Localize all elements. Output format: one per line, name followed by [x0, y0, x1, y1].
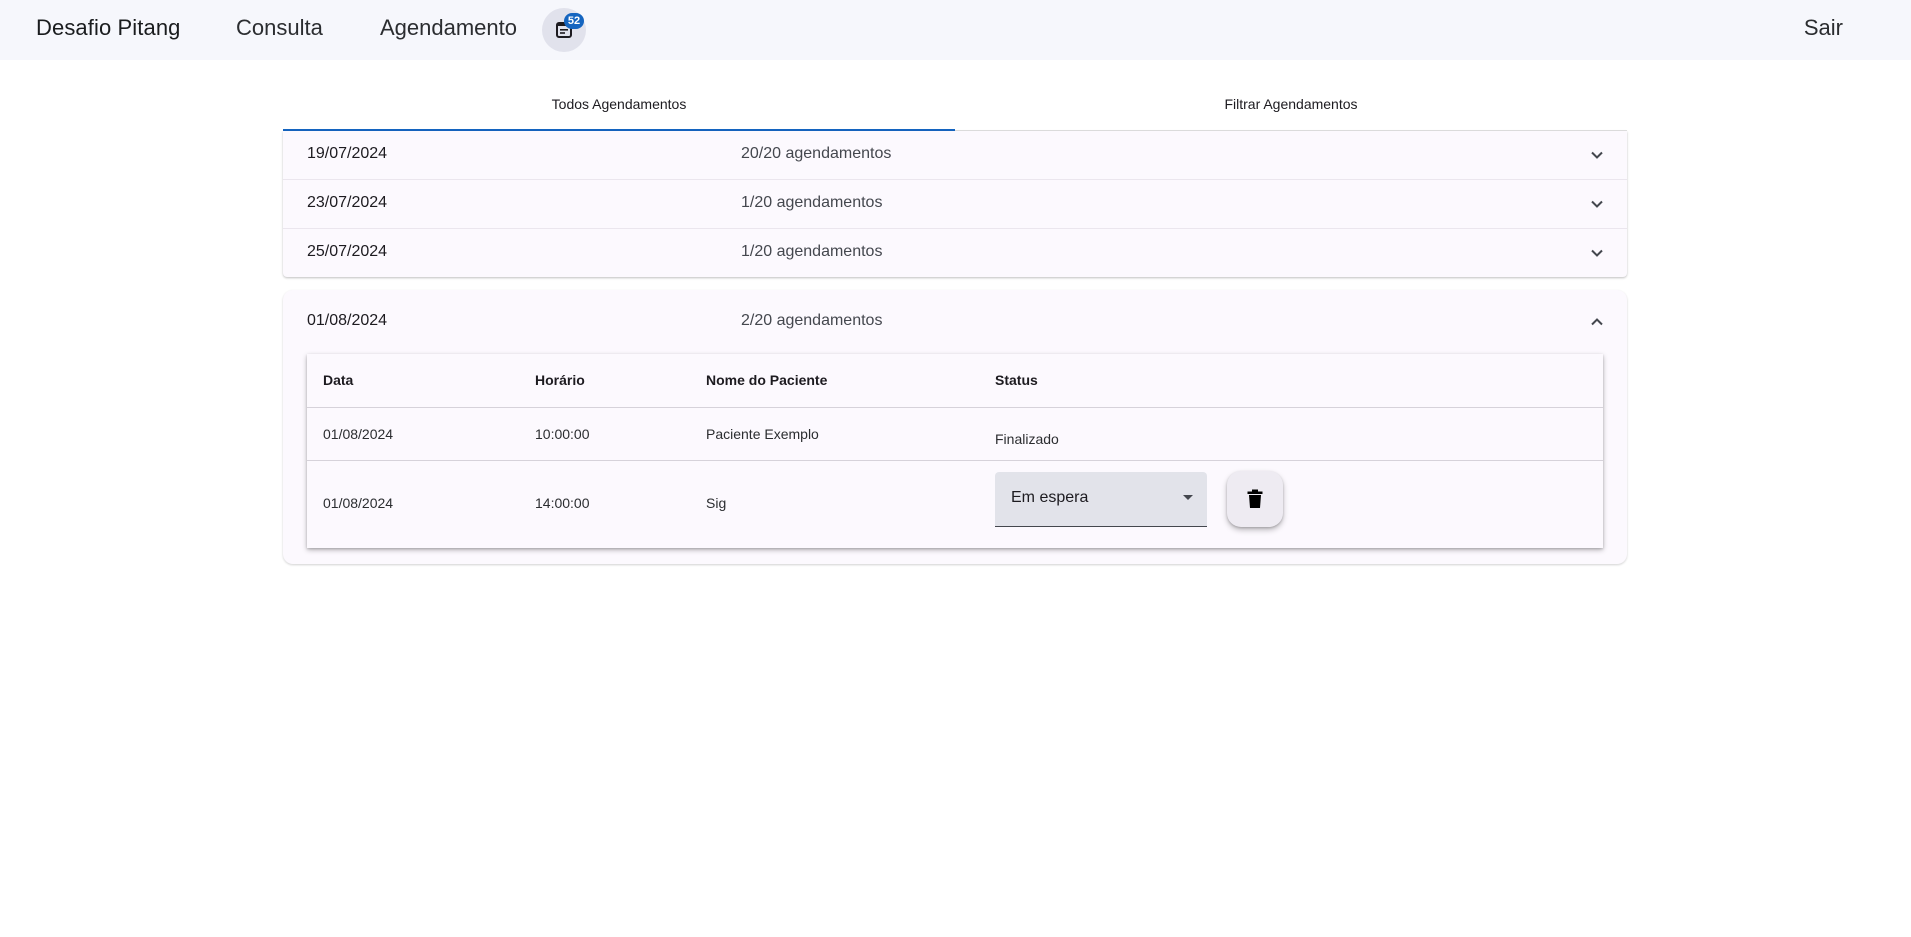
tab-filtrar-agendamentos[interactable]: Filtrar Agendamentos [955, 84, 1627, 130]
column-header-paciente: Nome do Paciente [706, 372, 828, 388]
notifications-button[interactable]: 52 [542, 8, 586, 52]
column-header-status: Status [995, 372, 1038, 388]
app-brand[interactable]: Desafio Pitang [36, 15, 181, 41]
column-header-horario: Horário [535, 372, 585, 388]
panel-date: 23/07/2024 [307, 194, 388, 211]
expanded-panel-header[interactable]: 01/08/2024 2/20 agendamentos [283, 290, 1627, 354]
top-app-bar: Desafio Pitang Consulta Agendamento 52 S… [0, 0, 1911, 60]
accordion-panel[interactable]: 25/07/2024 1/20 agendamentos [283, 229, 1627, 277]
cell-data: 01/08/2024 [323, 426, 394, 442]
accordion-panel[interactable]: 23/07/2024 1/20 agendamentos [283, 180, 1627, 229]
column-header-data: Data [323, 372, 354, 388]
panel-date: 25/07/2024 [307, 243, 388, 260]
cell-horario: 10:00:00 [535, 426, 590, 442]
cell-data: 01/08/2024 [323, 495, 394, 511]
delete-button[interactable] [1227, 471, 1283, 527]
chevron-down-icon[interactable] [1587, 194, 1607, 214]
cell-paciente: Paciente Exemplo [706, 426, 819, 442]
panel-count: 20/20 agendamentos [741, 145, 892, 162]
cell-horario: 14:00:00 [535, 495, 590, 511]
row-divider [307, 460, 1603, 461]
dropdown-arrow-icon [1183, 495, 1193, 500]
status-select[interactable]: Em espera [995, 472, 1207, 527]
panel-date: 19/07/2024 [307, 145, 388, 162]
panel-count: 1/20 agendamentos [741, 194, 883, 211]
appointments-table: Data Horário Nome do Paciente Status 01/… [307, 354, 1603, 548]
panel-count: 1/20 agendamentos [741, 243, 883, 260]
panel-count: 2/20 agendamentos [741, 312, 883, 329]
accordion-collapsed-group: 19/07/2024 20/20 agendamentos 23/07/2024… [283, 131, 1627, 277]
cell-paciente: Sig [706, 495, 727, 511]
status-select-value: Em espera [1011, 489, 1089, 506]
nav-link-consulta[interactable]: Consulta [236, 15, 323, 41]
notification-badge: 52 [564, 13, 584, 29]
tab-todos-agendamentos[interactable]: Todos Agendamentos [283, 84, 955, 130]
logout-button[interactable]: Sair [1804, 15, 1843, 41]
cell-status: Finalizado [995, 431, 1059, 447]
chevron-up-icon[interactable] [1587, 312, 1607, 332]
accordion-panel-expanded: 01/08/2024 2/20 agendamentos Data Horári… [283, 290, 1627, 564]
header-divider [307, 407, 1603, 408]
accordion-panel[interactable]: 19/07/2024 20/20 agendamentos [283, 131, 1627, 180]
chevron-down-icon[interactable] [1587, 145, 1607, 165]
trash-icon [1246, 489, 1264, 509]
chevron-down-icon[interactable] [1587, 243, 1607, 263]
nav-link-agendamento[interactable]: Agendamento [380, 15, 517, 41]
appointments-tabs: Todos Agendamentos Filtrar Agendamentos [283, 84, 1627, 131]
panel-date: 01/08/2024 [307, 312, 388, 329]
